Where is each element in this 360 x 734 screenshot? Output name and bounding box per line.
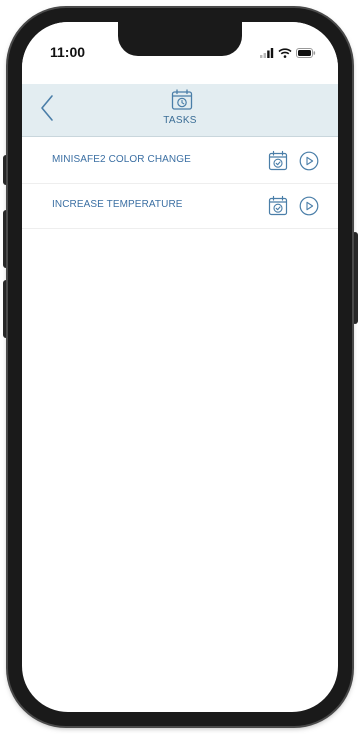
calendar-check-icon[interactable] bbox=[268, 195, 288, 216]
task-label[interactable]: INCREASE TEMPERATURE bbox=[52, 199, 183, 210]
play-circle-icon[interactable] bbox=[299, 151, 319, 171]
cellular-signal-icon bbox=[260, 45, 274, 63]
phone-frame: 11:00 TASKS MINISAFE2 COLOR CHANGE INCRE… bbox=[8, 8, 352, 726]
wifi-icon bbox=[278, 45, 292, 63]
calendar-check-icon[interactable] bbox=[268, 150, 288, 171]
tasks-header: TASKS bbox=[22, 84, 338, 137]
play-circle-icon[interactable] bbox=[299, 196, 319, 216]
task-row[interactable]: MINISAFE2 COLOR CHANGE bbox=[22, 139, 338, 184]
task-row[interactable]: INCREASE TEMPERATURE bbox=[22, 184, 338, 229]
status-bar: 11:00 bbox=[22, 22, 338, 84]
status-icons bbox=[260, 45, 316, 63]
device-stage: 11:00 TASKS MINISAFE2 COLOR CHANGE INCRE… bbox=[0, 0, 360, 734]
calendar-clock-icon bbox=[170, 88, 194, 112]
task-list: MINISAFE2 COLOR CHANGE INCREASE TEMPERAT… bbox=[22, 139, 338, 229]
task-label[interactable]: MINISAFE2 COLOR CHANGE bbox=[52, 154, 191, 165]
home-area bbox=[22, 672, 338, 712]
power-button bbox=[352, 232, 358, 324]
page-title: TASKS bbox=[163, 115, 197, 126]
status-time: 11:00 bbox=[50, 44, 86, 60]
app-screen: 11:00 TASKS MINISAFE2 COLOR CHANGE INCRE… bbox=[22, 22, 338, 712]
battery-icon bbox=[296, 45, 316, 63]
camera-notch bbox=[118, 22, 242, 56]
